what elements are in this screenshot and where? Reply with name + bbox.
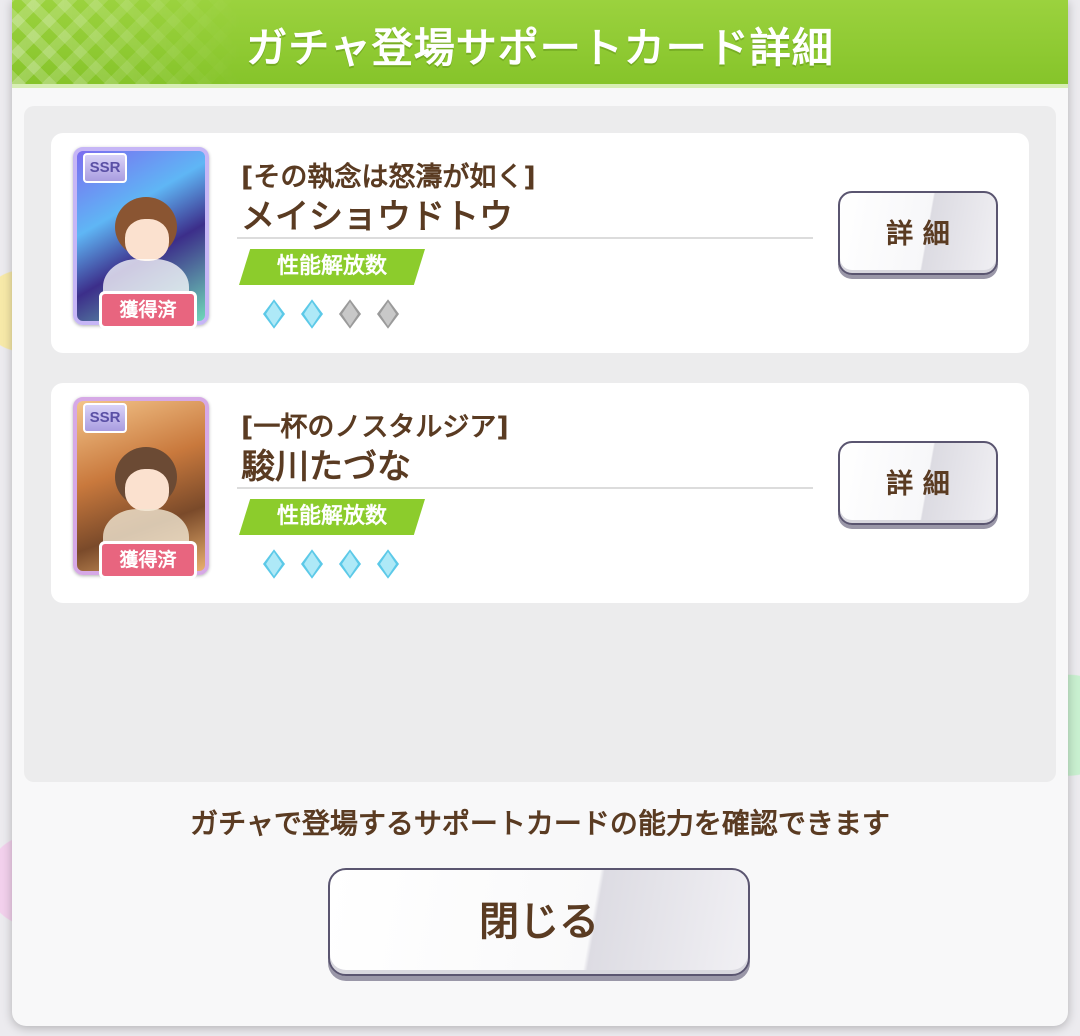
dialog-title: ガチャ登場サポートカード詳細: [246, 24, 834, 72]
divider: [237, 237, 813, 239]
detail-button[interactable]: 詳 細: [838, 441, 998, 525]
divider: [237, 487, 813, 489]
close-button[interactable]: 閉じる: [328, 868, 750, 976]
performance-label: 性能解放数: [239, 249, 425, 285]
gem-active-icon: [375, 547, 401, 581]
performance-label: 性能解放数: [239, 499, 425, 535]
detail-button[interactable]: 詳 細: [838, 191, 998, 275]
rarity-badge: SSR: [83, 153, 127, 183]
gem-active-icon: [261, 547, 287, 581]
dialog-header: ガチャ登場サポートカード詳細: [12, 0, 1068, 88]
gem-row: [261, 297, 401, 331]
card-name: メイショウドトウ: [241, 197, 513, 237]
gem-inactive-icon: [375, 297, 401, 331]
acquired-badge: 獲得済: [99, 291, 197, 329]
card-name: 駿川たづな: [241, 447, 411, 487]
card-art-face: [125, 219, 169, 261]
card-row: SSR 獲得済 [一杯のノスタルジア] 駿川たづな 性能解放数 詳 細: [51, 383, 1029, 603]
card-row: SSR 獲得済 [その執念は怒濤が如く] メイショウドトウ 性能解放数 詳 細: [51, 133, 1029, 353]
gem-active-icon: [261, 297, 287, 331]
footer-description: ガチャで登場するサポートカードの能力を確認できます: [190, 807, 890, 840]
gem-active-icon: [337, 547, 363, 581]
gem-row: [261, 547, 401, 581]
acquired-badge: 獲得済: [99, 541, 197, 579]
rarity-badge: SSR: [83, 403, 127, 433]
gem-active-icon: [299, 297, 325, 331]
support-card-dialog: ガチャ登場サポートカード詳細 SSR 獲得済 [その執念は怒濤が如く] メイショ…: [12, 0, 1068, 1026]
gem-inactive-icon: [337, 297, 363, 331]
gem-active-icon: [299, 547, 325, 581]
card-art-face: [125, 469, 169, 511]
